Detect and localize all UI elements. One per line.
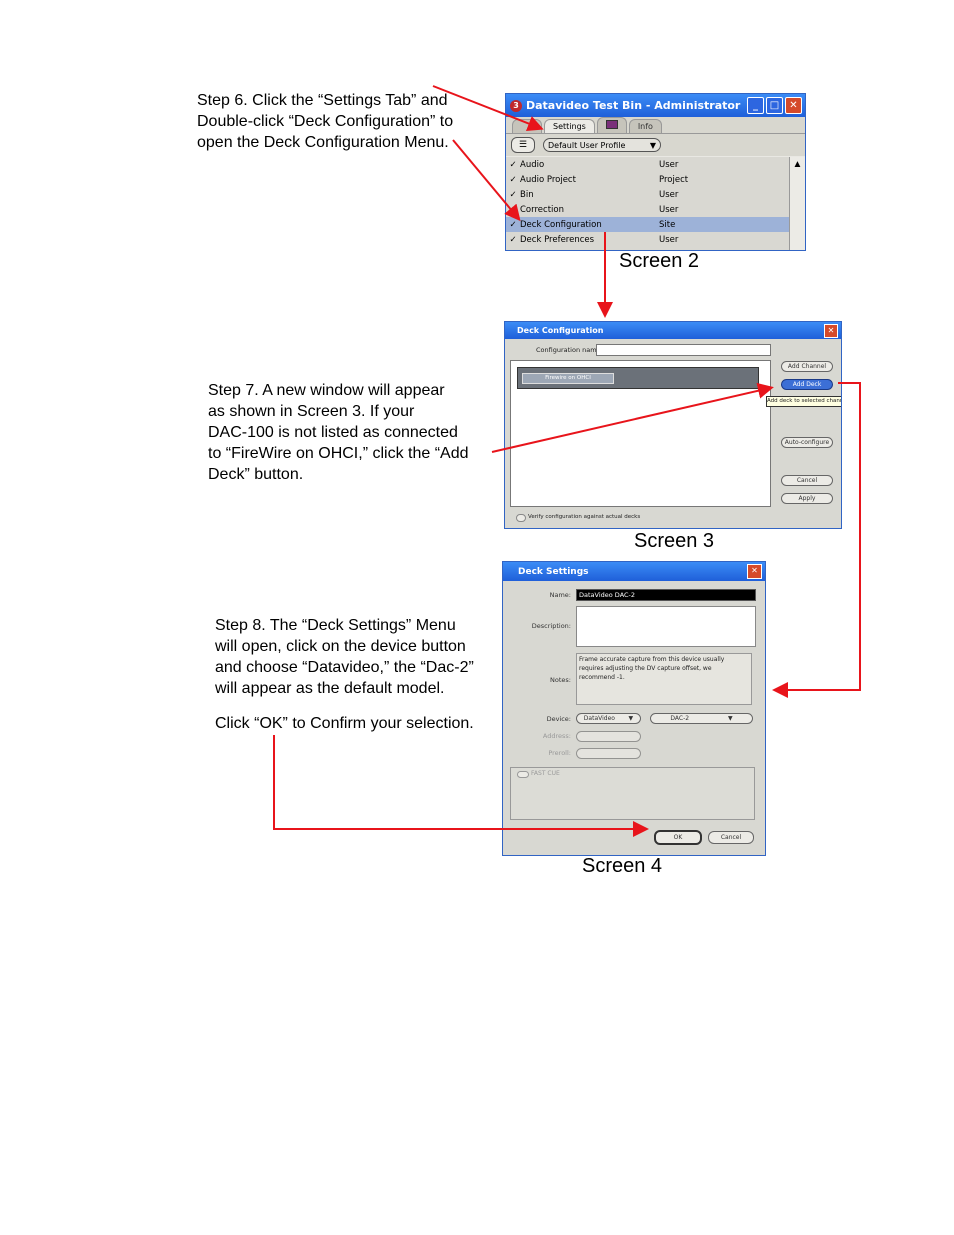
- chevron-down-icon: ▼: [628, 715, 634, 722]
- settings-row-deck-configuration[interactable]: ✓ Deck Configuration Site: [506, 217, 789, 232]
- monitor-icon: [605, 120, 618, 129]
- verify-label: Verify configuration against actual deck…: [528, 514, 641, 520]
- screen2-toolbar: ☰ Default User Profile ▼: [506, 134, 805, 156]
- fast-cue-toggle[interactable]: [517, 771, 529, 778]
- device-label: Device:: [546, 715, 571, 723]
- description-field[interactable]: [576, 606, 756, 647]
- address-field: [576, 731, 641, 742]
- screen4-title: Deck Settings: [518, 566, 589, 577]
- maximize-icon[interactable]: □: [766, 97, 783, 114]
- preroll-label: Preroll:: [548, 749, 571, 757]
- user-profile-select[interactable]: Default User Profile ▼: [543, 138, 661, 152]
- ok-button[interactable]: OK: [654, 830, 702, 845]
- cancel-button[interactable]: Cancel: [708, 831, 754, 844]
- screen3-caption: Screen 3: [634, 530, 715, 552]
- verify-toggle[interactable]: [516, 514, 526, 522]
- close-icon[interactable]: ✕: [824, 323, 838, 338]
- screen3-window: Deck Configuration ✕ Configuration name:…: [504, 321, 842, 529]
- channel-row[interactable]: Firewire on OHCI: [517, 367, 759, 389]
- tab-settings[interactable]: Settings: [544, 119, 595, 133]
- description-label: Description:: [531, 622, 571, 630]
- settings-row[interactable]: ✓ Audio Project Project: [506, 172, 789, 187]
- step8-confirm-text: Click “OK” to Confirm your selection.: [215, 715, 474, 732]
- add-deck-tooltip: Add deck to selected channel: [766, 396, 841, 407]
- screen3-title: Deck Configuration: [517, 326, 604, 335]
- settings-menu-button[interactable]: ☰: [511, 137, 535, 153]
- fast-cue-group: FAST CUE: [510, 767, 755, 820]
- notes-label: Notes:: [550, 676, 571, 684]
- screen2-tabs: Settings Info: [506, 117, 805, 134]
- config-name-label: Configuration name:: [536, 346, 603, 354]
- screen2-title: Datavideo Test Bin - Administrator: [526, 99, 741, 112]
- settings-list: ✓ Audio User ✓ Audio Project Project ✓ Bin Use…: [506, 157, 789, 250]
- fast-cue-label: FAST CUE: [531, 770, 560, 777]
- address-label: Address:: [542, 732, 571, 740]
- tab-media[interactable]: [596, 117, 627, 133]
- name-label: Name:: [549, 591, 571, 599]
- add-deck-button[interactable]: Add Deck: [781, 379, 833, 390]
- device-value: DataVideo: [583, 715, 615, 722]
- screen2-titlebar: 3 Datavideo Test Bin - Administrator _ □…: [506, 94, 805, 117]
- arrow-up-icon[interactable]: ▲: [790, 159, 805, 170]
- auto-configure-button[interactable]: Auto-configure: [781, 437, 833, 448]
- app-icon: 3: [510, 99, 522, 112]
- minimize-icon[interactable]: _: [747, 97, 764, 114]
- step8-text: Step 8. The “Deck Settings” Menu will op…: [215, 617, 474, 697]
- close-icon[interactable]: ✕: [785, 97, 802, 114]
- cancel-button[interactable]: Cancel: [781, 475, 833, 486]
- chevron-down-icon: ▼: [727, 715, 733, 722]
- settings-scrollbar[interactable]: ▲: [789, 157, 805, 250]
- preroll-select: [576, 748, 641, 759]
- model-value: DAC-2: [670, 715, 690, 722]
- channel-list: Firewire on OHCI: [510, 360, 771, 507]
- settings-row[interactable]: ✓ Correction User: [506, 202, 789, 217]
- config-name-input[interactable]: [596, 344, 771, 356]
- channel-label: Firewire on OHCI: [522, 373, 614, 384]
- device-select[interactable]: DataVideo ▼: [576, 713, 641, 724]
- close-icon[interactable]: ✕: [747, 564, 762, 579]
- profile-label: Default User Profile: [548, 140, 626, 150]
- screen4-caption: Screen 4: [582, 855, 663, 877]
- name-field[interactable]: DataVideo DAC-2: [576, 589, 756, 601]
- notes-field: Frame accurate capture from this device …: [576, 653, 752, 705]
- model-select[interactable]: DAC-2 ▼: [650, 713, 753, 724]
- tab-info[interactable]: Info: [628, 119, 662, 133]
- screen3-titlebar: Deck Configuration ✕: [505, 322, 841, 339]
- screen2-caption: Screen 2: [619, 250, 700, 272]
- step6-text: Step 6. Click the “Settings Tab” and Dou…: [197, 92, 454, 151]
- step7-text: Step 7. A new window will appear as show…: [208, 382, 469, 483]
- settings-row[interactable]: ✓ Bin User: [506, 187, 789, 202]
- chevron-down-icon: ▼: [649, 140, 656, 150]
- settings-row[interactable]: ✓ Deck Preferences User: [506, 232, 789, 247]
- add-channel-button[interactable]: Add Channel: [781, 361, 833, 372]
- screen4-titlebar: Deck Settings ✕: [503, 562, 765, 581]
- screen4-window: Deck Settings ✕ Name: DataVideo DAC-2 De…: [502, 561, 766, 856]
- apply-button[interactable]: Apply: [781, 493, 833, 504]
- screen2-window: 3 Datavideo Test Bin - Administrator _ □…: [505, 93, 806, 251]
- tab-bins[interactable]: [512, 119, 542, 133]
- settings-row[interactable]: ✓ Audio User: [506, 157, 789, 172]
